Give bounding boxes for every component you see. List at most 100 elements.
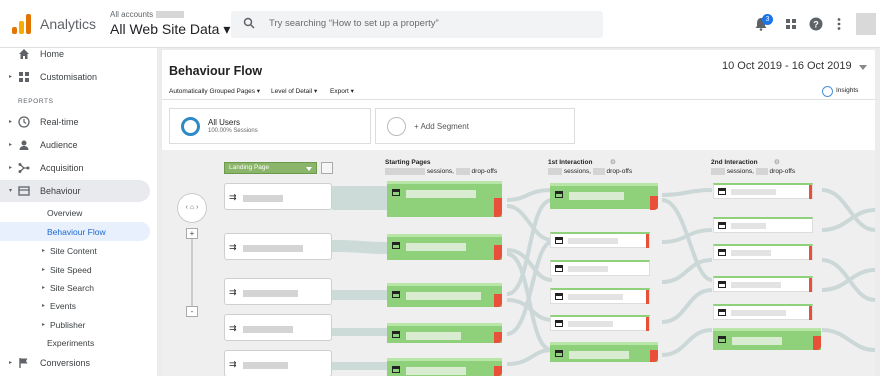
dropoff-indicator [650,350,658,362]
date-range-picker[interactable]: 10 Oct 2019 - 16 Oct 2019 [722,60,867,78]
landing-page-node[interactable]: ⇉ [224,350,332,376]
grouped-pages-dropdown[interactable]: Automatically Grouped Pages ▾ [169,87,260,95]
starting-page-node[interactable] [387,234,502,260]
expand-arrow-icon: ▸ [9,119,13,125]
zoom-in-button[interactable]: + [186,228,198,239]
expand-arrow-icon: ▸ [9,165,13,171]
redacted-page-name [406,292,481,300]
dropoffs-label: drop-offs [769,168,796,176]
level-of-detail-dropdown[interactable]: Level of Detail ▾ [271,87,317,95]
customisation-icon [19,72,29,82]
page-icon [555,350,563,357]
starting-page-node[interactable] [387,358,502,376]
interaction-node[interactable] [713,304,813,320]
add-segment-button[interactable]: + Add Segment [375,108,575,144]
sidebar-item-realtime[interactable]: ▸ Real-time [0,111,150,133]
interaction-node[interactable] [550,288,650,304]
dropoff-indicator [646,317,649,331]
person-icon [19,140,29,150]
redacted-page-name [243,245,303,252]
page-icon [555,237,563,244]
account-label: All accounts [110,10,154,19]
avatar[interactable] [856,13,876,35]
starting-page-node[interactable] [387,323,502,343]
sidebar-subitem-events[interactable]: ▸ Events [0,296,150,315]
sidebar-subitem-site-speed[interactable]: ▸ Site Speed [0,260,150,279]
starting-page-node[interactable] [387,283,502,307]
landing-page-node[interactable]: ⇉ [224,278,332,305]
redacted-value [548,168,562,175]
sidebar-item-label: Audience [40,140,78,150]
help-icon[interactable]: ? [809,17,823,31]
sidebar-item-behaviour[interactable]: ▾ Behaviour [0,180,150,202]
sidebar-item-home[interactable]: Home [0,43,150,65]
interaction-node[interactable] [713,244,813,260]
gear-icon[interactable] [321,162,333,174]
interaction-node[interactable] [550,183,658,210]
zoom-out-button[interactable]: - [186,306,198,317]
redacted-page-name [731,250,771,256]
export-dropdown[interactable]: Export ▾ [330,87,354,95]
search-bar[interactable]: Try searching “How to set up a property” [231,11,603,38]
sidebar-subitem-label: Site Speed [50,265,92,275]
page-icon [392,331,400,338]
starting-page-node[interactable] [387,181,502,217]
interaction-node[interactable] [550,260,650,276]
entrance-arrows-icon: ⇉ [229,359,237,369]
redacted-page-name [568,266,608,272]
pan-control[interactable]: ‹ ⌂ › [177,193,207,223]
interaction-node[interactable] [713,276,813,292]
interaction-node[interactable] [550,342,658,362]
sidebar-subitem-behaviour-flow[interactable]: Behaviour Flow [0,222,150,241]
redacted-value [455,168,470,175]
redacted-page-name [243,195,283,202]
landing-page-node[interactable]: ⇉ [224,314,332,341]
page-title: Behaviour Flow [169,64,263,78]
settings-icon[interactable]: ⚙ [610,158,616,166]
sidebar-item-acquisition[interactable]: ▸ Acquisition [0,157,150,179]
sidebar-item-label: Conversions [40,358,91,368]
date-range-value: 10 Oct 2019 - 16 Oct 2019 [722,60,852,72]
sidebar-item-conversions[interactable]: ▸ Conversions [0,352,150,374]
redacted-page-name [731,189,776,195]
sidebar-item-customisation[interactable]: ▸ Customisation [0,66,150,88]
more-vert-icon[interactable] [832,17,846,31]
sidebar-subitem-label: Behaviour Flow [47,227,106,237]
interaction-node[interactable] [550,315,650,331]
column-title-1st-interaction: 1st Interaction [548,159,593,166]
sidebar-subitem-experiments[interactable]: Experiments [0,333,150,352]
sidebar-item-label: Customisation [40,72,98,82]
insights-button[interactable]: Insights [822,86,858,97]
landing-page-dropdown[interactable]: Landing Page [224,162,317,174]
dropoffs-label: drop-offs [471,168,498,176]
sidebar-subitem-site-search[interactable]: ▸ Site Search [0,278,150,297]
dropoff-indicator [494,245,502,260]
landing-page-node[interactable]: ⇉ [224,183,332,210]
column-title-2nd-interaction: 2nd Interaction [711,159,758,166]
sidebar-subitem-overview[interactable]: Overview [0,203,150,222]
account-breadcrumb[interactable]: All accounts [110,10,185,19]
sidebar-subitem-label: Experiments [47,338,95,348]
apps-grid-icon[interactable] [784,17,798,31]
interaction-node[interactable] [713,183,813,199]
search-icon [243,17,255,29]
redacted-page-name [569,192,624,200]
property-selector[interactable]: All Web Site Data ▾ [110,21,230,38]
sidebar-item-audience[interactable]: ▸ Audience [0,134,150,156]
interaction-node[interactable] [550,232,650,248]
page-icon [555,191,563,198]
behaviour-flow-canvas[interactable]: ‹ ⌂ › + - Landing Page Starting Pages se… [162,150,875,376]
interaction-node[interactable] [713,217,813,233]
settings-icon[interactable]: ⚙ [774,158,780,166]
entrance-arrows-icon: ⇉ [229,192,237,202]
analytics-logo-icon[interactable] [12,14,32,34]
sidebar-subitem-site-content[interactable]: ▸ Site Content [0,241,150,260]
landing-page-node[interactable]: ⇉ [224,233,332,260]
interaction-node[interactable] [713,328,821,350]
insights-icon [822,86,833,97]
zoom-slider-track[interactable] [191,235,193,307]
segment-all-users[interactable]: All Users 100.00% Sessions [169,108,371,144]
page-icon [392,291,400,298]
dropoff-indicator [650,196,658,210]
sidebar-subitem-publisher[interactable]: ▸ Publisher [0,315,150,334]
